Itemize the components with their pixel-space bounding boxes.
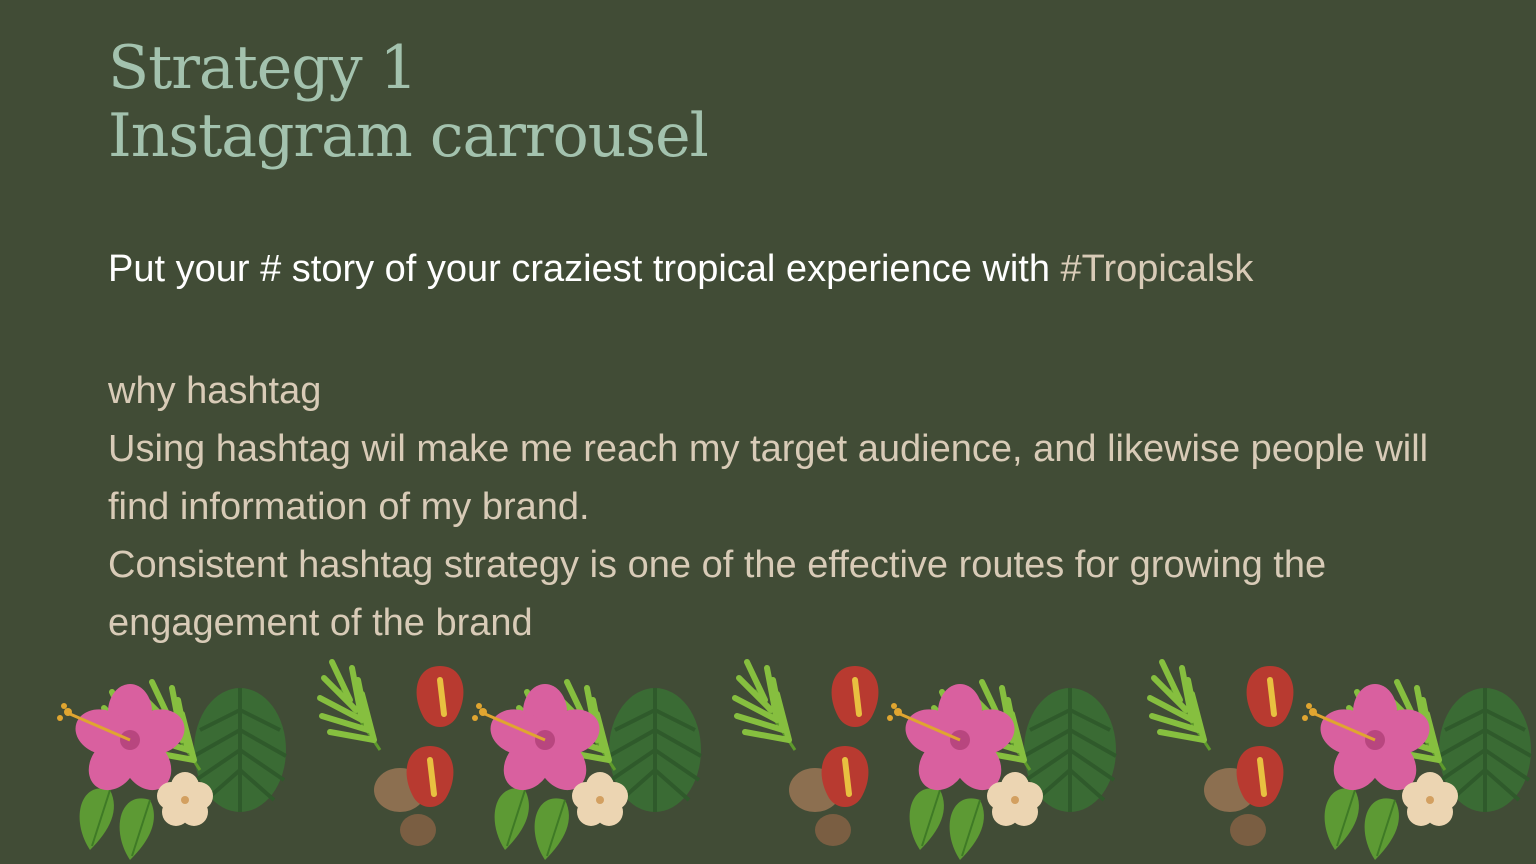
title-line-1: Strategy 1 [108, 33, 418, 103]
paragraph-1: Using hashtag wil make me reach my targe… [108, 428, 1429, 528]
tagline-hashtag: #Tropicalsk [1060, 248, 1254, 290]
paragraph-2: Consistent hashtag strategy is one of th… [108, 544, 1327, 644]
slide-title: Strategy 1 Instagram carrousel [108, 33, 709, 171]
tagline-text: Put your # story of your craziest tropic… [108, 248, 1061, 290]
tropical-floral-border-icon [0, 640, 1536, 864]
subheading: why hashtag [108, 370, 322, 412]
body-text: why hashtag Using hashtag wil make me re… [108, 362, 1468, 652]
tagline: Put your # story of your craziest tropic… [108, 248, 1253, 291]
title-line-2: Instagram carrousel [108, 101, 709, 171]
